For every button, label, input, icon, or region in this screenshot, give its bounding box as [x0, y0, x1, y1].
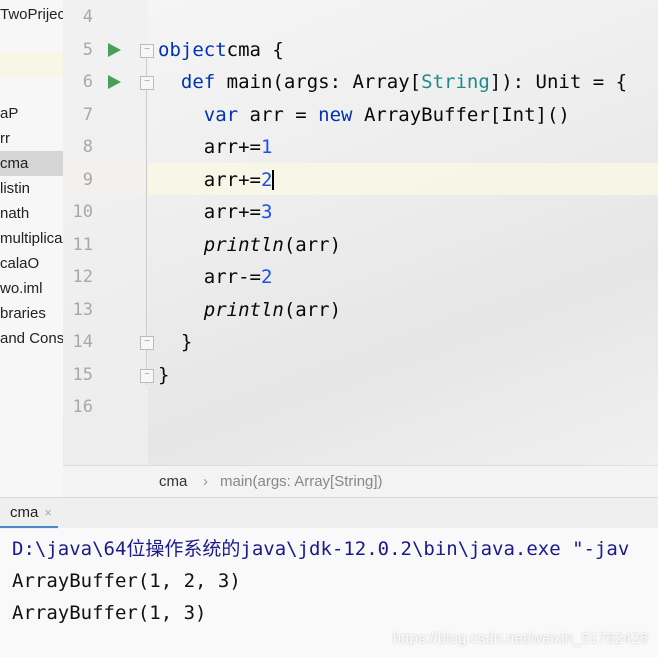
- code-editor[interactable]: 4 5−6−7 8 9 10 11 12 13 14−15−16 objectcma { def…: [63, 0, 658, 465]
- line-number: 4: [82, 7, 93, 27]
- line-number: 9: [82, 169, 93, 190]
- code-line: arr-=2: [158, 261, 273, 293]
- close-icon[interactable]: ×: [44, 505, 52, 520]
- line-number: 8: [82, 137, 93, 157]
- fold-icon[interactable]: −: [140, 43, 154, 58]
- tree-item[interactable]: nath: [0, 201, 63, 226]
- code-line: }: [158, 326, 192, 358]
- run-tab-cma[interactable]: cma ×: [0, 498, 58, 529]
- run-icon[interactable]: [108, 42, 121, 57]
- tree-item[interactable]: rr: [0, 126, 63, 151]
- line-number: 7: [82, 104, 93, 125]
- run-tab-label: cma: [10, 504, 39, 521]
- tree-item[interactable]: braries: [0, 301, 63, 326]
- fold-guide: [146, 45, 147, 385]
- line-number: 14: [72, 332, 93, 352]
- code-token: main(args: Array[: [226, 71, 422, 93]
- breadcrumb-separator: ›: [203, 473, 208, 490]
- code-token: }: [158, 331, 193, 353]
- line-number: 5: [82, 39, 93, 60]
- code-token: arr+=: [158, 201, 261, 223]
- code-token: arr+=: [158, 136, 261, 158]
- code-token: def: [180, 71, 227, 93]
- tree-item[interactable]: calaO: [0, 251, 63, 276]
- console-line: D:\java\64位操作系统的java\jdk-12.0.2\bin\java…: [12, 538, 630, 560]
- code-line: var arr = new ArrayBuffer[Int](): [158, 99, 570, 131]
- project-tree: TwoPrijec aP rr cma listin nath multiplica cala…: [0, 0, 63, 497]
- breadcrumb-item-cma[interactable]: cma: [159, 466, 187, 498]
- line-number: 13: [72, 299, 93, 320]
- fold-icon[interactable]: −: [140, 368, 154, 383]
- code-token: var: [203, 103, 250, 126]
- tree-item[interactable]: aP: [0, 101, 63, 126]
- breadcrumb-item-main[interactable]: main(args: Array[String]): [220, 466, 383, 498]
- code-token: ArrayBuffer[Int](): [363, 103, 570, 126]
- watermark: https://blog.csdn.net/weixin_51762426: [392, 630, 648, 647]
- code-token: arr =: [249, 103, 319, 126]
- gutter: 4 5 − 6 − 7 8 9 10 11 12 13 14 − 15 − 16: [63, 0, 154, 465]
- code-token: 1: [260, 136, 273, 158]
- code-token: String: [421, 71, 490, 93]
- tree-item[interactable]: TwoPrijec: [0, 2, 63, 27]
- code-token: arr-=: [158, 266, 261, 288]
- line-number: 6: [82, 72, 93, 92]
- text-caret: [272, 170, 275, 190]
- code-token: println: [203, 298, 284, 321]
- code-line: println(arr): [158, 229, 341, 261]
- line-number: 11: [72, 234, 93, 255]
- code-line: objectcma {: [158, 34, 284, 66]
- run-icon[interactable]: [108, 75, 121, 89]
- code-token: 2: [260, 266, 273, 288]
- code-token: 2: [260, 168, 273, 191]
- code-token: new: [318, 103, 364, 126]
- code-token: (arr): [283, 298, 342, 321]
- line-number: 16: [72, 397, 93, 417]
- tree-item[interactable]: [0, 52, 63, 77]
- fold-icon[interactable]: −: [140, 76, 154, 90]
- code-line: arr+=1: [158, 131, 273, 163]
- code-token: (arr): [283, 233, 342, 256]
- breadcrumb: cma › main(args: Array[String]): [63, 465, 658, 498]
- line-number: 10: [72, 202, 93, 222]
- console-line: ArrayBuffer(1, 2, 3): [12, 570, 241, 592]
- run-toolwindow-header: cma ×: [0, 497, 658, 529]
- console-line: ArrayBuffer(1, 3): [12, 602, 207, 624]
- tree-item[interactable]: wo.iml: [0, 276, 63, 301]
- code-token: arr+=: [158, 168, 261, 191]
- tree-item[interactable]: multiplica: [0, 226, 63, 251]
- code-line: arr+=3: [158, 196, 273, 228]
- tree-item[interactable]: and Cons: [0, 326, 63, 351]
- code-token: println: [203, 233, 284, 256]
- tree-item[interactable]: cma: [0, 151, 63, 176]
- tree-item[interactable]: listin: [0, 176, 63, 201]
- code-line: }: [158, 359, 169, 391]
- code-token: 3: [260, 201, 273, 223]
- code-token: object: [158, 38, 227, 61]
- code-line: arr+=2: [158, 164, 275, 196]
- fold-icon[interactable]: −: [140, 336, 154, 350]
- code-token: }: [158, 363, 170, 386]
- code-line: def main(args: Array[String]): Unit = {: [158, 66, 627, 98]
- code-token: cma {: [226, 38, 284, 61]
- line-number: 12: [72, 267, 93, 287]
- current-line-highlight: [63, 163, 658, 195]
- line-number: 15: [72, 364, 93, 385]
- code-line: println(arr): [158, 294, 341, 326]
- code-token: ]): Unit = {: [489, 71, 628, 93]
